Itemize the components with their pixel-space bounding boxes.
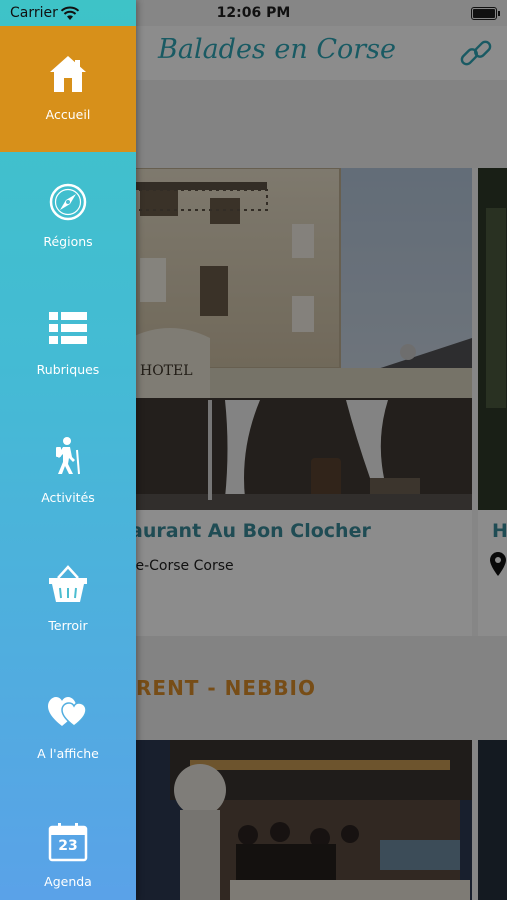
menu-item-regions[interactable]: Régions — [0, 152, 136, 278]
calendar-icon: 23 — [48, 822, 88, 862]
menu-item-label: Accueil — [45, 107, 91, 122]
menu-item-label: Activités — [41, 490, 95, 505]
menu-item-label: Rubriques — [36, 362, 100, 377]
hearts-icon — [48, 697, 87, 727]
battery-icon — [471, 7, 500, 20]
menu-item-terroir[interactable]: Terroir — [0, 534, 136, 660]
menu-item-rubriques[interactable]: Rubriques — [0, 280, 136, 406]
calendar-day: 23 — [58, 838, 78, 854]
basket-icon — [49, 565, 87, 602]
menu-item-a-l-affiche[interactable]: A l'affiche — [0, 662, 136, 788]
menu-item-label: Agenda — [44, 874, 92, 889]
list-icon — [49, 312, 87, 344]
menu-item-label: Régions — [43, 234, 93, 249]
status-bar: Carrier 12:06 PM — [0, 0, 507, 26]
menu-item-accueil[interactable]: Accueil — [0, 26, 136, 152]
menu-item-label: Terroir — [48, 618, 88, 633]
menu-item-agenda[interactable]: 23 Agenda — [0, 790, 136, 900]
navigation-drawer: Accueil Régions Rubriques Activités Terr… — [0, 0, 136, 900]
compass-icon — [49, 183, 87, 221]
hiker-icon — [56, 437, 80, 475]
menu-item-label: A l'affiche — [37, 746, 99, 761]
clock: 12:06 PM — [216, 5, 291, 21]
menu-item-activites[interactable]: Activités — [0, 406, 136, 532]
home-icon — [50, 56, 86, 92]
